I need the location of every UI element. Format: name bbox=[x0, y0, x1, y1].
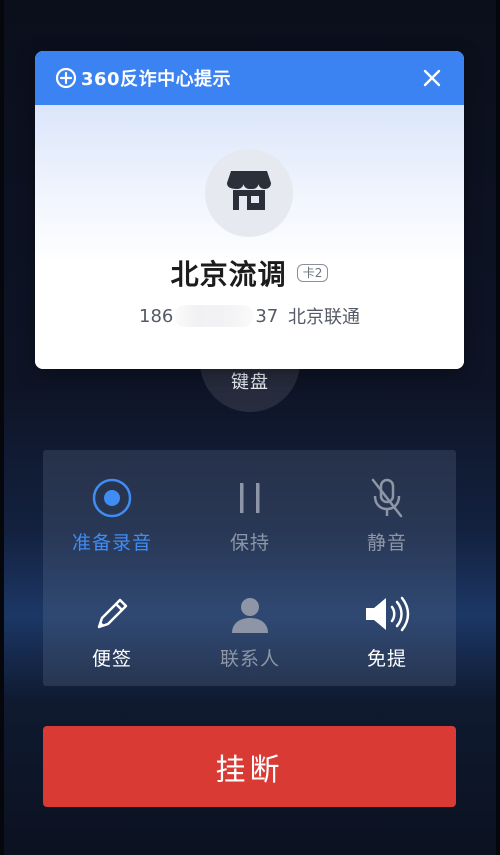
record-label: 准备录音 bbox=[71, 532, 152, 554]
sim-badge: 卡2 bbox=[296, 264, 329, 282]
call-actions-panel: 准备录音 保持 静音 便签 联系人 免提 bbox=[43, 450, 456, 686]
close-icon[interactable] bbox=[420, 66, 444, 90]
contacts-label: 联系人 bbox=[219, 648, 280, 670]
speaker-button[interactable]: 免提 bbox=[318, 592, 456, 671]
alert-brand-title: 360反诈中心提示 bbox=[81, 69, 232, 90]
caller-row: 北京流调 卡2 bbox=[35, 253, 464, 293]
screen-edge-left bbox=[0, 0, 4, 855]
record-button[interactable]: 准备录音 bbox=[43, 476, 181, 555]
contacts-button[interactable]: 联系人 bbox=[181, 592, 319, 671]
number-mask bbox=[175, 305, 254, 327]
pause-icon bbox=[181, 476, 319, 520]
anti-fraud-alert-card: 360反诈中心提示 北京流调 卡2 186 37 北京联通 bbox=[35, 51, 464, 369]
notes-label: 便签 bbox=[91, 648, 132, 670]
alert-header: 360反诈中心提示 bbox=[35, 51, 464, 105]
hold-button[interactable]: 保持 bbox=[181, 476, 319, 555]
carrier-label: 北京联通 bbox=[288, 307, 360, 328]
mute-button[interactable]: 静音 bbox=[318, 476, 456, 555]
hang-up-label: 挂断 bbox=[215, 753, 284, 787]
mic-off-icon bbox=[318, 476, 456, 520]
hang-up-button[interactable]: 挂断 bbox=[43, 726, 456, 807]
screen-edge-right bbox=[496, 0, 500, 855]
pencil-icon bbox=[43, 592, 181, 636]
caller-name: 北京流调 bbox=[170, 258, 287, 291]
speaker-icon bbox=[318, 592, 456, 636]
caller-number-row: 186 37 北京联通 bbox=[35, 303, 464, 329]
shop-avatar bbox=[205, 149, 293, 237]
person-icon bbox=[181, 592, 319, 636]
alert-body: 北京流调 卡2 186 37 北京联通 bbox=[35, 105, 464, 369]
hold-label: 保持 bbox=[229, 532, 270, 554]
360-logo-icon bbox=[55, 67, 77, 89]
notes-button[interactable]: 便签 bbox=[43, 592, 181, 671]
keypad-label: 键盘 bbox=[231, 372, 269, 393]
number-suffix: 37 bbox=[255, 305, 279, 327]
record-icon bbox=[43, 476, 181, 520]
mute-label: 静音 bbox=[366, 532, 407, 554]
speaker-label: 免提 bbox=[366, 648, 407, 670]
store-icon bbox=[225, 169, 273, 217]
number-prefix: 186 bbox=[139, 305, 174, 327]
